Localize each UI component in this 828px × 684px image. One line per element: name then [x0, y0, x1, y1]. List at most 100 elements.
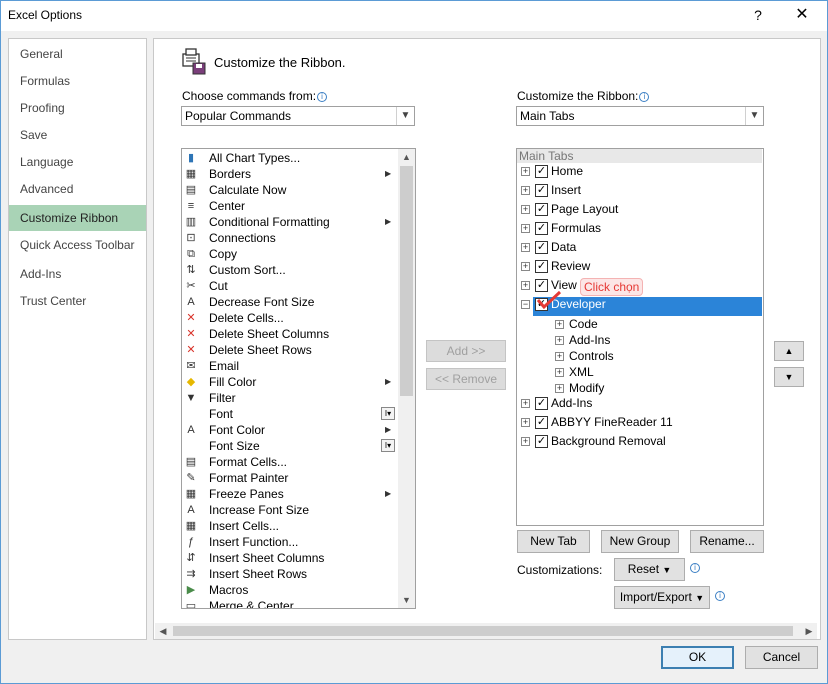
expand-icon[interactable]: +	[555, 320, 564, 329]
checkbox[interactable]: ✓	[535, 397, 548, 410]
command-item[interactable]: A Decrease Font Size	[182, 294, 398, 310]
commands-list[interactable]: ▲ ▼ ▮ All Chart Types... ▦ Borders ▶ ▤ Calcula…	[181, 148, 416, 609]
command-item[interactable]: ▮ All Chart Types...	[182, 150, 398, 166]
checkbox[interactable]: ✓	[535, 416, 548, 429]
command-item[interactable]: ◆ Fill Color ▶	[182, 374, 398, 390]
expand-icon[interactable]: +	[521, 224, 530, 233]
chevron-down-icon[interactable]: ▼	[396, 107, 414, 125]
checkbox[interactable]: ✓	[535, 435, 548, 448]
customize-ribbon-select[interactable]: Main Tabs ▼	[516, 106, 764, 126]
command-item[interactable]: ▶ Macros	[182, 582, 398, 598]
checkbox[interactable]: ✓	[535, 203, 548, 216]
nav-item-formulas[interactable]: Formulas	[9, 68, 146, 94]
rename-button[interactable]: Rename...	[690, 530, 764, 553]
command-label: Calculate Now	[209, 183, 287, 197]
command-item[interactable]: A Increase Font Size	[182, 502, 398, 518]
cancel-button[interactable]: Cancel	[745, 646, 818, 669]
nav-item-advanced[interactable]: Advanced	[9, 176, 146, 202]
info-icon[interactable]: i	[690, 563, 700, 573]
nav-item-save[interactable]: Save	[9, 122, 146, 148]
command-item[interactable]: ✕ Delete Sheet Columns	[182, 326, 398, 342]
close-button[interactable]: ✕	[786, 4, 818, 26]
chevron-down-icon[interactable]: ▼	[745, 107, 763, 125]
expand-icon[interactable]: +	[555, 368, 564, 377]
expand-icon[interactable]: +	[521, 186, 530, 195]
command-item[interactable]: ✕ Delete Sheet Rows	[182, 342, 398, 358]
checkbox[interactable]: ✓	[535, 260, 548, 273]
command-item[interactable]: ⇉ Insert Sheet Rows	[182, 566, 398, 582]
command-item[interactable]: ▦ Freeze Panes ▶	[182, 486, 398, 502]
expand-icon[interactable]: +	[521, 418, 530, 427]
reset-button[interactable]: Reset ▼	[614, 558, 685, 581]
choose-commands-select[interactable]: Popular Commands ▼	[181, 106, 415, 126]
command-label: Delete Sheet Columns	[209, 327, 330, 341]
scroll-right-icon[interactable]: ▶	[801, 623, 817, 639]
command-item[interactable]: ▦ Borders ▶	[182, 166, 398, 182]
ok-button[interactable]: OK	[661, 646, 734, 669]
command-item[interactable]: Font Size I▾	[182, 438, 398, 454]
command-item[interactable]: ⇅ Custom Sort...	[182, 262, 398, 278]
command-item[interactable]: ▥ Conditional Formatting ▶	[182, 214, 398, 230]
nav-item-proofing[interactable]: Proofing	[9, 95, 146, 121]
move-up-button[interactable]: ▲	[774, 341, 804, 361]
scroll-up-icon[interactable]: ▲	[398, 149, 415, 165]
command-item[interactable]: ≡ Center	[182, 198, 398, 214]
expand-icon[interactable]: +	[521, 205, 530, 214]
remove-button[interactable]: << Remove	[426, 368, 506, 390]
info-icon[interactable]: i	[639, 92, 650, 102]
main-hscrollbar[interactable]: ◀ ▶	[155, 623, 817, 639]
nav-item-general[interactable]: General	[9, 41, 146, 67]
checkmark-annotation-icon	[536, 290, 562, 310]
info-icon[interactable]: i	[715, 591, 725, 601]
new-group-button[interactable]: New Group	[601, 530, 679, 553]
import-export-button[interactable]: Import/Export ▼	[614, 586, 710, 609]
command-item[interactable]: ▦ Insert Cells...	[182, 518, 398, 534]
commands-scrollbar[interactable]: ▲ ▼	[398, 149, 415, 608]
expand-icon[interactable]: +	[555, 352, 564, 361]
expand-icon[interactable]: +	[555, 336, 564, 345]
checkbox[interactable]: ✓	[535, 222, 548, 235]
command-item[interactable]: A Font Color ▶	[182, 422, 398, 438]
command-item[interactable]: ▼ Filter	[182, 390, 398, 406]
command-item[interactable]: ⊡ Connections	[182, 230, 398, 246]
help-button[interactable]: ?	[744, 4, 772, 26]
command-item[interactable]: ✕ Delete Cells...	[182, 310, 398, 326]
nav-item-add-ins[interactable]: Add-Ins	[9, 261, 146, 287]
expand-icon[interactable]: +	[521, 167, 530, 176]
command-item[interactable]: Font I▾	[182, 406, 398, 422]
command-item[interactable]: ▭ Merge & Center	[182, 598, 398, 608]
expand-icon[interactable]: +	[521, 262, 530, 271]
move-down-button[interactable]: ▼	[774, 367, 804, 387]
command-item[interactable]: ✉ Email	[182, 358, 398, 374]
submenu-arrow-icon: ▶	[385, 217, 392, 226]
add-button[interactable]: Add >>	[426, 340, 506, 362]
nav-item-quick-access-toolbar[interactable]: Quick Access Toolbar	[9, 232, 146, 258]
checkbox[interactable]: ✓	[535, 184, 548, 197]
hscroll-thumb[interactable]	[173, 626, 793, 636]
expand-icon[interactable]: +	[521, 243, 530, 252]
command-item[interactable]: ▤ Format Cells...	[182, 454, 398, 470]
command-item[interactable]: ✂ Cut	[182, 278, 398, 294]
expand-icon[interactable]: +	[555, 384, 564, 393]
collapse-icon[interactable]: −	[521, 300, 530, 309]
nav-item-trust-center[interactable]: Trust Center	[9, 288, 146, 314]
command-label: Increase Font Size	[209, 503, 310, 517]
command-item[interactable]: ⇵ Insert Sheet Columns	[182, 550, 398, 566]
expand-icon[interactable]: +	[521, 281, 530, 290]
expand-icon[interactable]: +	[521, 399, 530, 408]
command-item[interactable]: ▤ Calculate Now	[182, 182, 398, 198]
info-icon[interactable]: i	[317, 92, 328, 102]
expand-icon[interactable]: +	[521, 437, 530, 446]
checkbox[interactable]: ✓	[535, 165, 548, 178]
command-item[interactable]: ƒ Insert Function...	[182, 534, 398, 550]
new-tab-button[interactable]: New Tab	[517, 530, 590, 553]
nav-item-customize-ribbon[interactable]: Customize Ribbon	[9, 205, 146, 231]
checkbox[interactable]: ✓	[535, 241, 548, 254]
scroll-thumb[interactable]	[400, 166, 413, 396]
command-label: Borders	[209, 167, 252, 181]
nav-item-language[interactable]: Language	[9, 149, 146, 175]
command-item[interactable]: ✎ Format Painter	[182, 470, 398, 486]
scroll-down-icon[interactable]: ▼	[398, 592, 415, 608]
command-item[interactable]: ⧉ Copy	[182, 246, 398, 262]
scroll-left-icon[interactable]: ◀	[155, 623, 171, 639]
